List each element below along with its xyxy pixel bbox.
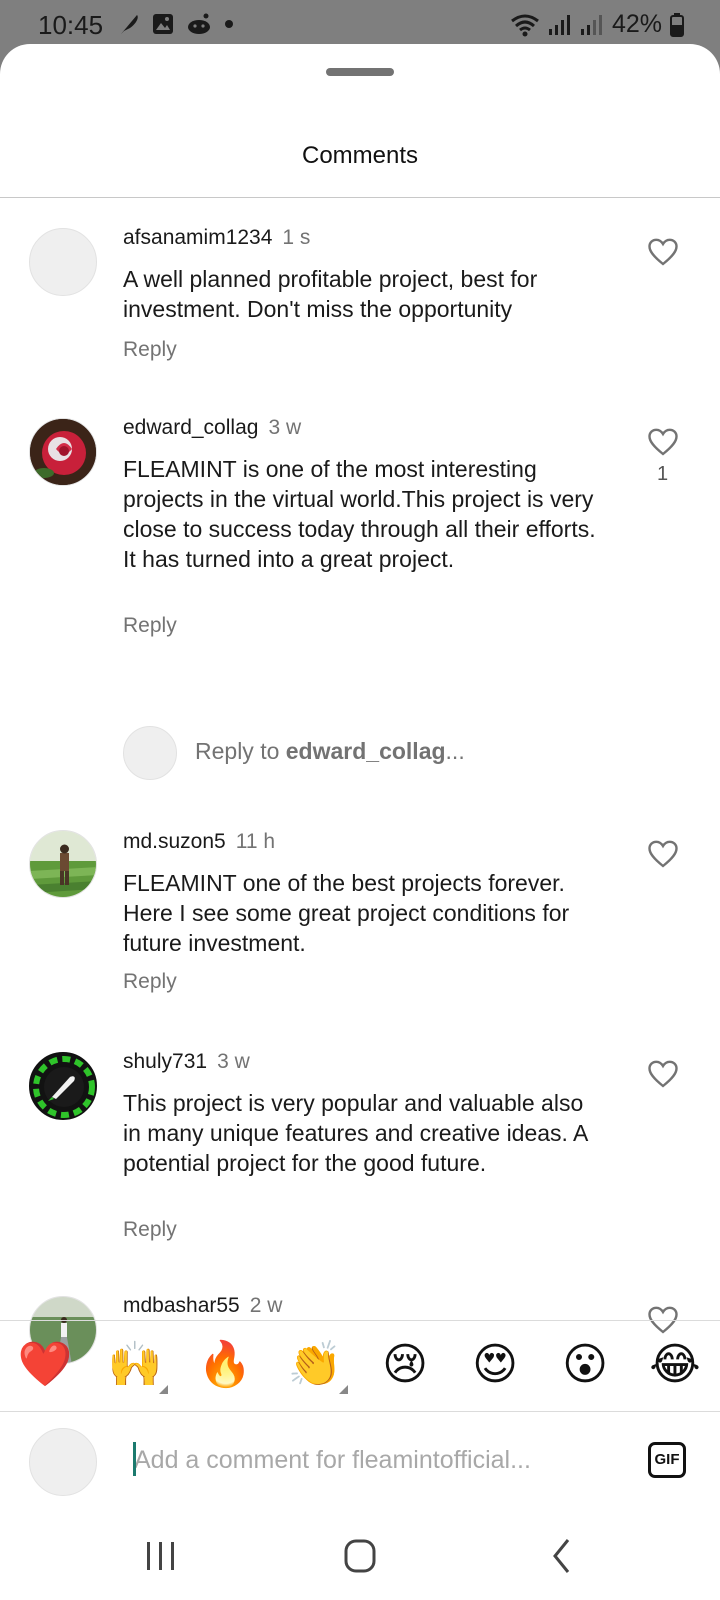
reply-to-username: edward_collag: [285, 738, 446, 764]
reddit-icon: [188, 13, 210, 34]
comment-text: A well planned profitable project, best …: [123, 266, 538, 322]
comment-text: FLEAMINT is one of the most interesting …: [123, 456, 596, 572]
notification-icons: [118, 12, 234, 36]
comment-header: edward_collag 3 w: [123, 416, 301, 440]
reply-to-suffix: ...: [445, 738, 465, 764]
signal-icon: [548, 14, 570, 35]
reply-button[interactable]: Reply: [123, 338, 177, 362]
avatar: [29, 1428, 97, 1496]
comment-username[interactable]: afsanamim1234: [123, 226, 272, 249]
emoji-clapping-button[interactable]: 👏: [287, 1337, 343, 1393]
gif-button[interactable]: GIF: [648, 1442, 686, 1478]
avatar[interactable]: [29, 228, 97, 296]
emoji-crying-button[interactable]: 😢: [377, 1337, 433, 1393]
system-icons: 42%: [510, 10, 684, 39]
image-icon: [153, 14, 173, 34]
avatar[interactable]: [29, 830, 97, 898]
comment-input[interactable]: [134, 1442, 564, 1478]
recent-apps-icon[interactable]: [136, 1534, 186, 1578]
emoji-surprised-button[interactable]: 😮: [557, 1337, 613, 1393]
comment-text: This project is very popular and valuabl…: [123, 1090, 588, 1176]
status-time: 10:45: [38, 10, 104, 40]
avatar[interactable]: [29, 1052, 97, 1120]
comment-header: md.suzon5 11 h: [123, 830, 275, 854]
heart-icon[interactable]: [648, 840, 678, 868]
avatar[interactable]: [29, 418, 97, 486]
comment-text: FLEAMINT one of the best projects foreve…: [123, 870, 570, 956]
text-cursor: [133, 1442, 136, 1476]
comment-username[interactable]: edward_collag: [123, 416, 258, 439]
sheet-title: Comments: [301, 142, 419, 169]
reply-button[interactable]: Reply: [123, 970, 177, 994]
comment-username[interactable]: mdbashar55: [123, 1294, 240, 1317]
comment-username[interactable]: md.suzon5: [123, 830, 226, 853]
comment-time: 1 s: [282, 226, 311, 249]
skin-tone-caret-icon: [159, 1385, 168, 1394]
emoji-laughing-button[interactable]: 😂: [647, 1337, 703, 1393]
comment-composer: GIF: [0, 1412, 720, 1512]
rocket-badge-avatar-image: [30, 1053, 96, 1119]
reply-to-label[interactable]: Reply to edward_collag...: [195, 738, 465, 765]
comment-header: afsanamim1234 1 s: [123, 226, 310, 250]
dot-icon: [225, 20, 233, 28]
emoji-bar: ❤️ 🙌 🔥 👏 😢 😍 😮 😂: [0, 1321, 720, 1411]
comment-time: 2 w: [249, 1294, 283, 1317]
home-icon[interactable]: [335, 1534, 385, 1578]
status-bar: 10:45 42%: [0, 0, 720, 48]
emoji-heart-button[interactable]: ❤️: [17, 1337, 73, 1393]
avatar: [123, 726, 177, 780]
wifi-icon: [511, 14, 539, 36]
feather-icon: [121, 15, 138, 34]
reply-to-prefix: Reply to: [195, 738, 286, 764]
battery-percent: 42%: [611, 10, 662, 38]
comment-header: mdbashar55 2 w: [123, 1294, 282, 1318]
heart-icon[interactable]: [648, 428, 678, 456]
emoji-raising-hands-button[interactable]: 🙌: [107, 1337, 163, 1393]
emoji-fire-button[interactable]: 🔥: [197, 1337, 253, 1393]
heart-icon[interactable]: [648, 1060, 678, 1088]
comments-list[interactable]: afsanamim1234 1 s A well planned profitab…: [0, 198, 720, 1364]
reply-button[interactable]: Reply: [123, 614, 177, 638]
battery-icon: [670, 12, 684, 37]
skin-tone-caret-icon: [339, 1385, 348, 1394]
person-in-field-avatar-image: [30, 831, 96, 897]
drag-handle[interactable]: [326, 68, 394, 76]
back-icon[interactable]: [538, 1534, 588, 1578]
heart-icon[interactable]: [648, 238, 678, 266]
emoji-heart-eyes-button[interactable]: 😍: [467, 1337, 523, 1393]
like-count: 1: [657, 463, 669, 485]
comment-time: 11 h: [235, 830, 276, 853]
signal-icon: [580, 14, 602, 35]
reply-button[interactable]: Reply: [123, 1218, 177, 1242]
rose-avatar-image: [30, 419, 96, 485]
comment-time: 3 w: [268, 416, 302, 439]
comment-header: shuly731 3 w: [123, 1050, 250, 1074]
system-nav-bar: [0, 1512, 720, 1600]
comment-username[interactable]: shuly731: [123, 1050, 207, 1073]
comment-time: 3 w: [217, 1050, 250, 1073]
